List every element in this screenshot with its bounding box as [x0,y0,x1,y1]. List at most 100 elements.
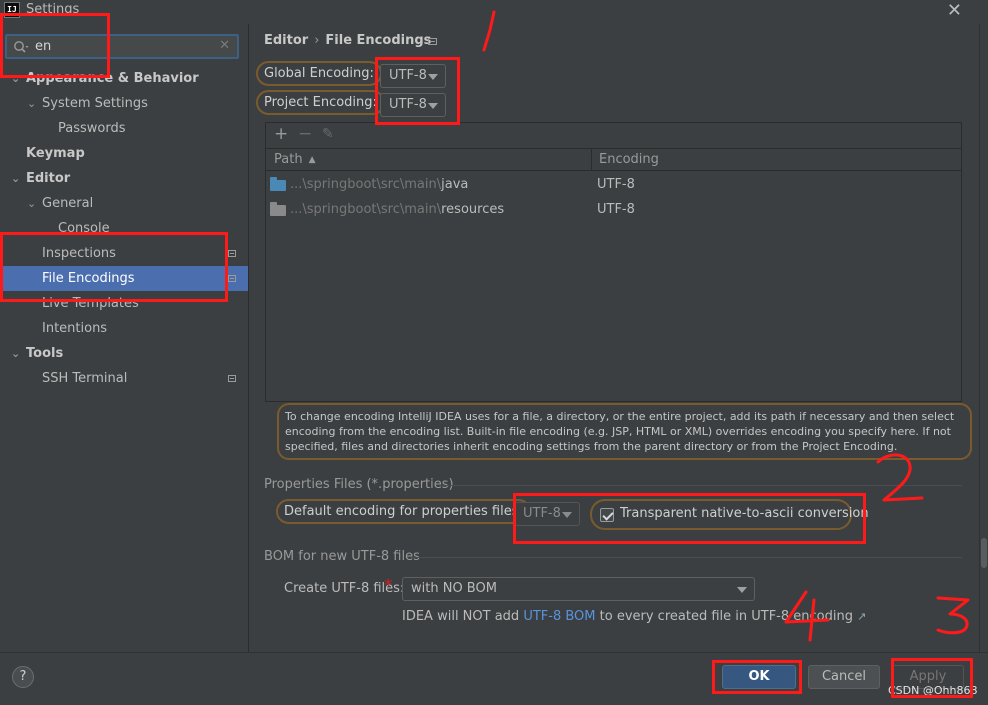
project-encoding-value: UTF-8 [389,97,427,112]
section-title-bom: BOM for new UTF-8 files [264,549,420,564]
tree-item-tools[interactable]: ⌄ Tools [0,341,248,366]
ok-button[interactable]: OK [722,665,796,689]
table-row[interactable]: ...\springboot\src\main\resources UTF-8 [266,197,961,222]
source-folder-icon [270,177,286,191]
chevron-down-icon [562,512,572,518]
transparent-conversion-label: Transparent native-to-ascii conversion [620,506,869,521]
transparent-conversion-option[interactable]: Transparent native-to-ascii conversion [590,499,869,530]
table-header: Path ▲ Encoding [266,149,961,171]
row-path: ...\springboot\src\main\resources [290,202,505,217]
column-divider[interactable] [591,149,592,171]
project-settings-icon [428,38,437,45]
chevron-down-icon [428,74,438,80]
resources-folder-icon [270,202,286,216]
chevron-down-icon[interactable]: ⌄ [11,66,20,91]
settings-tree: ⌄ Appearance & Behavior ⌄ System Setting… [0,66,248,391]
watermark: CSDN @Ohh868 [888,684,978,697]
global-encoding-label: Global Encoding: [256,61,382,86]
chevron-down-icon[interactable]: ⌄ [27,191,36,216]
column-header-path[interactable]: Path ▲ [274,152,315,167]
chevron-down-icon [428,103,438,109]
tree-item-label: General [42,196,94,211]
bom-dropdown[interactable]: with NO BOM [402,577,755,601]
tree-item-appearance-behavior[interactable]: ⌄ Appearance & Behavior [0,66,248,91]
tree-item-label: Live Templates [42,296,139,311]
table-row[interactable]: ...\springboot\src\main\java UTF-8 [266,172,961,197]
scrollbar-thumb[interactable] [981,538,987,568]
tree-item-console[interactable]: Console [0,216,248,241]
close-icon[interactable]: ✕ [219,38,230,53]
tree-item-file-encodings[interactable]: File Encodings [0,266,248,291]
tree-item-live-templates[interactable]: Live Templates [0,291,248,316]
sort-ascending-icon: ▲ [308,155,316,165]
bom-value: with NO BOM [411,581,497,596]
cancel-button[interactable]: Cancel [808,665,880,689]
tree-item-intentions[interactable]: Intentions [0,316,248,341]
title-bar: IJ Settings ✕ [0,0,988,24]
external-link-icon[interactable]: ↗ [857,610,866,623]
properties-encoding-dropdown[interactable]: UTF-8 [514,502,580,526]
required-mark: * [384,576,393,596]
tree-item-label: Keymap [26,146,85,161]
settings-sidebar: en ✕ ⌄ Appearance & Behavior ⌄ System Se… [0,24,248,652]
project-settings-icon [228,250,236,257]
tree-item-label: Console [58,221,110,236]
section-divider [411,557,962,558]
tree-item-general[interactable]: ⌄ General [0,191,248,216]
settings-content: Editor › File Encodings Global Encoding: U… [249,24,979,652]
search-input[interactable]: en ✕ [5,34,239,59]
project-encoding-label: Project Encoding: [256,90,385,115]
search-icon [13,40,29,54]
row-encoding[interactable]: UTF-8 [597,197,635,222]
tree-item-system-settings[interactable]: ⌄ System Settings [0,91,248,116]
properties-default-label: Default encoding for properties files: [276,499,531,524]
project-settings-icon [228,275,236,282]
chevron-down-icon [737,587,747,593]
help-button[interactable]: ? [12,666,34,688]
chevron-down-icon[interactable]: ⌄ [11,341,20,366]
edit-icon[interactable]: ✎ [322,126,334,142]
project-encoding-dropdown[interactable]: UTF-8 [380,93,446,117]
tree-item-label: Inspections [42,246,116,261]
table-toolbar: + − ✎ [266,123,961,149]
utf8-bom-link[interactable]: UTF-8 BOM [523,609,595,624]
bom-note: IDEA will NOT add UTF-8 BOM to every cre… [402,609,867,624]
tree-item-label: Tools [26,346,64,361]
tree-item-label: Editor [26,171,71,186]
tree-item-label: Appearance & Behavior [26,71,199,86]
row-path: ...\springboot\src\main\java [290,177,469,192]
tree-item-label: Intentions [42,321,108,336]
window-title: Settings [26,2,80,17]
tree-item-label: File Encodings [42,271,135,286]
tree-item-label: SSH Terminal [42,371,128,386]
global-encoding-dropdown[interactable]: UTF-8 [380,64,446,88]
breadcrumb: Editor › File Encodings [264,33,431,48]
breadcrumb-separator: › [314,33,320,48]
chevron-down-icon[interactable]: ⌄ [27,91,36,116]
info-text: To change encoding IntelliJ IDEA uses fo… [277,403,972,460]
tree-item-inspections[interactable]: Inspections [0,241,248,266]
remove-icon[interactable]: − [298,124,312,144]
dialog-footer: ? OK Cancel Apply CSDN @Ohh868 [0,652,988,705]
project-settings-icon [228,375,236,382]
add-icon[interactable]: + [274,124,288,144]
path-encoding-table: + − ✎ Path ▲ Encoding ...\springboot\src\… [265,122,962,402]
section-divider [439,485,962,486]
properties-encoding-value: UTF-8 [523,506,561,521]
tree-item-editor[interactable]: ⌄ Editor [0,166,248,191]
tree-item-label: System Settings [42,96,148,111]
breadcrumb-parent: Editor [264,33,309,48]
close-icon[interactable]: ✕ [947,0,962,21]
transparent-conversion-checkbox[interactable] [600,508,614,522]
global-encoding-value: UTF-8 [389,68,427,83]
tree-item-keymap[interactable]: Keymap [0,141,248,166]
column-header-encoding[interactable]: Encoding [599,152,659,167]
row-encoding[interactable]: UTF-8 [597,172,635,197]
section-title-properties: Properties Files (*.properties) [264,477,454,492]
tree-item-label: Passwords [58,121,126,136]
chevron-down-icon[interactable]: ⌄ [11,166,20,191]
tree-item-ssh-terminal[interactable]: SSH Terminal [0,366,248,391]
search-value: en [35,39,52,54]
tree-item-passwords[interactable]: Passwords [0,116,248,141]
breadcrumb-current: File Encodings [325,33,432,48]
